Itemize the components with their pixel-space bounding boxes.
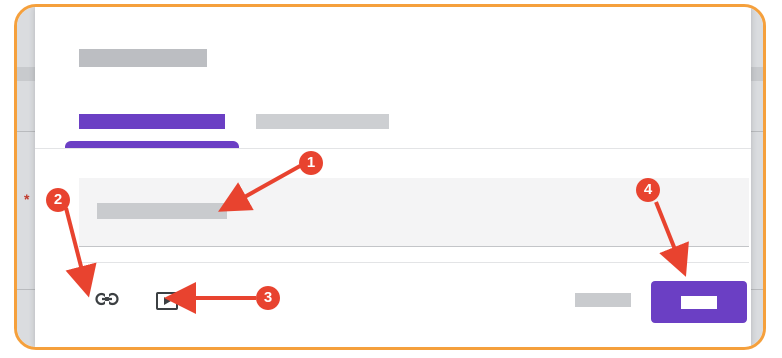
annotation-marker-1: 1: [299, 151, 323, 175]
arrow-2: [64, 207, 97, 298]
annotation-marker-2: 2: [46, 188, 70, 212]
arrow-4: [654, 201, 689, 277]
arrow-1: [218, 164, 301, 212]
annotation-arrows: [64, 164, 689, 314]
annotation-marker-3: 3: [256, 286, 280, 310]
annotation-marker-4: 4: [636, 178, 660, 202]
